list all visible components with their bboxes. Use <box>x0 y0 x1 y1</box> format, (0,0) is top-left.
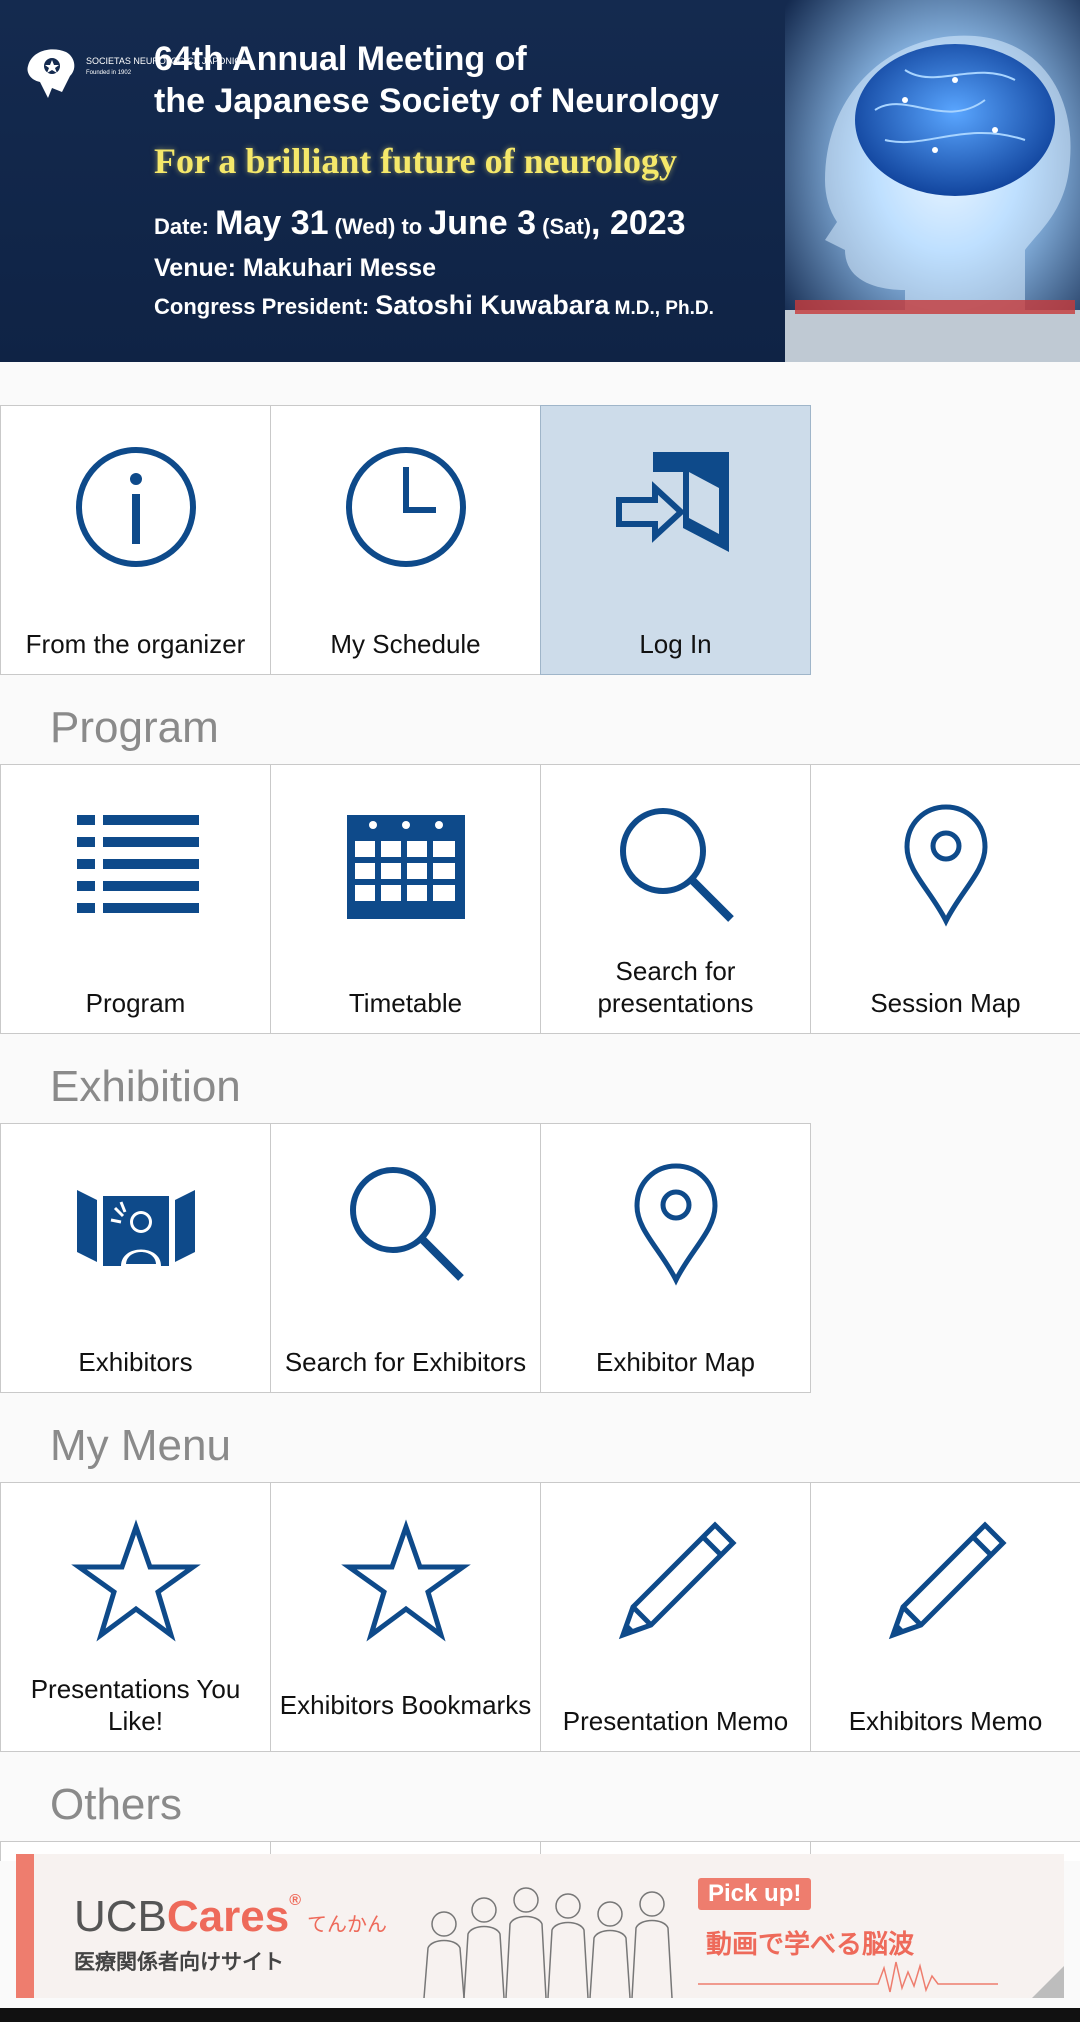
pencil-icon <box>888 1521 1007 1640</box>
tile-label: Exhibitors <box>78 1347 193 1377</box>
my-menu-row: Presentations You Like! Exhibitors Bookm… <box>0 1482 1080 1752</box>
tile-exhibitors[interactable]: Exhibitors <box>0 1123 271 1393</box>
ad-pickup-badge: Pick up! <box>698 1878 812 1910</box>
calendar-icon <box>346 815 465 919</box>
ad-banner[interactable]: UCBCares®てんかん 医療関係者向けサイト Pick up! 動画で学べる… <box>16 1854 1064 1998</box>
tile-presentations-you-like[interactable]: Presentations You Like! <box>0 1482 271 1752</box>
list-icon <box>76 815 199 913</box>
tile-label: Exhibitor Map <box>596 1347 755 1377</box>
tile-my-schedule[interactable]: My Schedule <box>270 405 541 675</box>
meeting-title: 64th Annual Meeting of the Japanese Soci… <box>154 40 719 120</box>
tile-exhibitors-bookmarks[interactable]: Exhibitors Bookmarks <box>270 1482 541 1752</box>
tile-label: Exhibitors Memo <box>848 1706 1043 1736</box>
ad-brand: UCBCares®てんかん <box>74 1892 388 1941</box>
search-icon <box>619 808 734 922</box>
tile-label: Presentation Memo <box>562 1706 789 1736</box>
tile-label: Session Map <box>870 988 1021 1018</box>
tile-label: Timetable <box>348 988 463 1018</box>
tile-label: My Schedule <box>330 629 481 659</box>
tile-label: Presentations You Like! <box>30 1674 241 1736</box>
clock-icon <box>345 447 466 567</box>
tile-session-map[interactable]: Session Map <box>810 764 1080 1034</box>
header-banner: SOCIETAS NEUROLOGICA JAPONICA Founded in… <box>0 0 1080 362</box>
section-title-program: Program <box>50 703 219 752</box>
tile-program[interactable]: Program <box>0 764 271 1034</box>
tile-label: Exhibitors Bookmarks <box>279 1690 532 1720</box>
tile-label: Log In <box>639 629 712 659</box>
exhibitor-booth-icon <box>76 1190 195 1266</box>
medical-staff-illustration-icon <box>423 1887 673 1998</box>
exhibition-row: Exhibitors Search for Exhibitors Exhibit… <box>0 1123 1080 1393</box>
meeting-venue: Venue: Makuhari Messe <box>154 254 437 282</box>
eeg-wave-icon <box>698 1961 998 1993</box>
map-pin-icon <box>903 804 988 927</box>
tile-timetable[interactable]: Timetable <box>270 764 541 1034</box>
info-icon <box>75 447 196 567</box>
pencil-icon <box>618 1521 737 1640</box>
tile-search-exhibitors[interactable]: Search for Exhibitors <box>270 1123 541 1393</box>
tile-exhibitors-memo[interactable]: Exhibitors Memo <box>810 1482 1080 1752</box>
ad-subtitle: 医療関係者向けサイト <box>74 1951 284 1974</box>
tile-presentation-memo[interactable]: Presentation Memo <box>540 1482 811 1752</box>
tile-label: From the organizer <box>25 629 246 659</box>
star-icon <box>70 1519 201 1642</box>
section-title-exhibition: Exhibition <box>50 1062 241 1111</box>
program-row: Program Timetable Search for presentatio… <box>0 764 1080 1034</box>
ad-pickup-text: 動画で学べる脳波 <box>706 1929 915 1959</box>
ad-corner-fold-icon <box>1032 1966 1064 1998</box>
star-icon <box>340 1519 471 1642</box>
top-menu-row: From the organizer My Schedule Log In <box>0 405 1080 675</box>
meeting-president: Congress President: Satoshi Kuwabara M.D… <box>154 290 714 320</box>
tile-search-presentations[interactable]: Search for presentations <box>540 764 811 1034</box>
tile-exhibitor-map[interactable]: Exhibitor Map <box>540 1123 811 1393</box>
tile-label: Program <box>85 988 186 1018</box>
system-bottom-bar <box>0 2008 1080 2022</box>
tile-label: Search for Exhibitors <box>284 1347 527 1377</box>
tile-from-the-organizer[interactable]: From the organizer <box>0 405 271 675</box>
login-icon <box>615 452 729 552</box>
section-title-others: Others <box>50 1780 183 1829</box>
section-title-my-menu: My Menu <box>50 1421 231 1470</box>
tile-log-in[interactable]: Log In <box>540 405 811 675</box>
meeting-date: Date: May 31 (Wed) to June 3 (Sat), 2023 <box>154 204 686 242</box>
search-icon <box>349 1167 464 1281</box>
tile-label: Search for presentations <box>597 956 754 1018</box>
brain-illustration-icon <box>785 0 1080 362</box>
map-pin-icon <box>633 1163 718 1286</box>
meeting-tagline: For a brilliant future of neurology <box>154 141 678 181</box>
